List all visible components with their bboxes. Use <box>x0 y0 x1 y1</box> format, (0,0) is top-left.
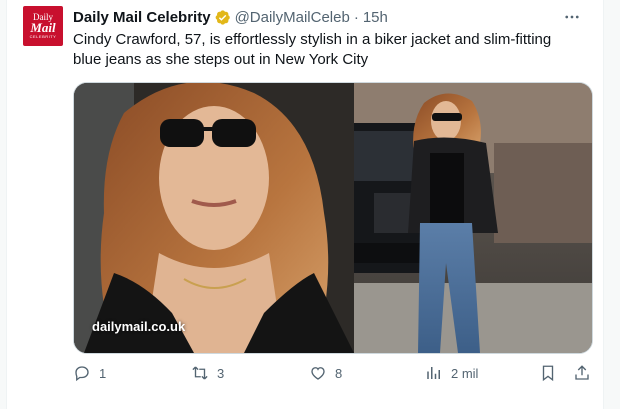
more-icon[interactable] <box>561 6 583 28</box>
share-button[interactable] <box>573 360 591 386</box>
tweet-text: Cindy Crawford, 57, is effortlessly styl… <box>73 31 552 68</box>
retweet-icon <box>192 366 208 380</box>
avatar-line-3: CELEBRITY <box>29 34 57 39</box>
reply-count: 1 <box>99 365 107 381</box>
image-watermark: dailymail.co.uk <box>92 319 186 334</box>
views-button[interactable]: 2 mil <box>425 360 478 386</box>
verified-badge-icon[interactable] <box>214 9 231 26</box>
reply-button[interactable]: 1 <box>73 360 106 386</box>
views-count: 2 mil <box>451 365 479 381</box>
account-handle[interactable]: @DailyMailCeleb <box>235 9 350 26</box>
tweet-header: Daily Mail Celebrity @DailyMailCeleb · 1… <box>73 7 388 27</box>
like-button[interactable]: 8 <box>309 360 342 386</box>
avatar-line-2: Mail <box>30 20 56 35</box>
reply-icon <box>75 366 89 382</box>
tweet-time[interactable]: 15h <box>363 9 388 26</box>
heart-icon <box>311 367 325 380</box>
tweet-image[interactable]: dailymail.co.uk <box>73 82 593 354</box>
separator-dot: · <box>353 8 359 26</box>
views-icon <box>427 367 440 379</box>
photo-illustration <box>74 83 592 353</box>
bookmark-button[interactable] <box>539 360 557 386</box>
tweet-card[interactable]: Daily Mail CELEBRITY Daily Mail Celebrit… <box>6 0 604 409</box>
like-count: 8 <box>335 365 343 381</box>
tweet-actions: 1 3 8 2 mil <box>73 360 591 386</box>
share-icon <box>575 365 589 380</box>
retweet-count: 3 <box>217 365 225 381</box>
account-name[interactable]: Daily Mail Celebrity <box>73 9 211 26</box>
bookmark-icon <box>542 365 554 382</box>
retweet-button[interactable]: 3 <box>191 360 224 386</box>
avatar[interactable]: Daily Mail CELEBRITY <box>23 6 63 46</box>
